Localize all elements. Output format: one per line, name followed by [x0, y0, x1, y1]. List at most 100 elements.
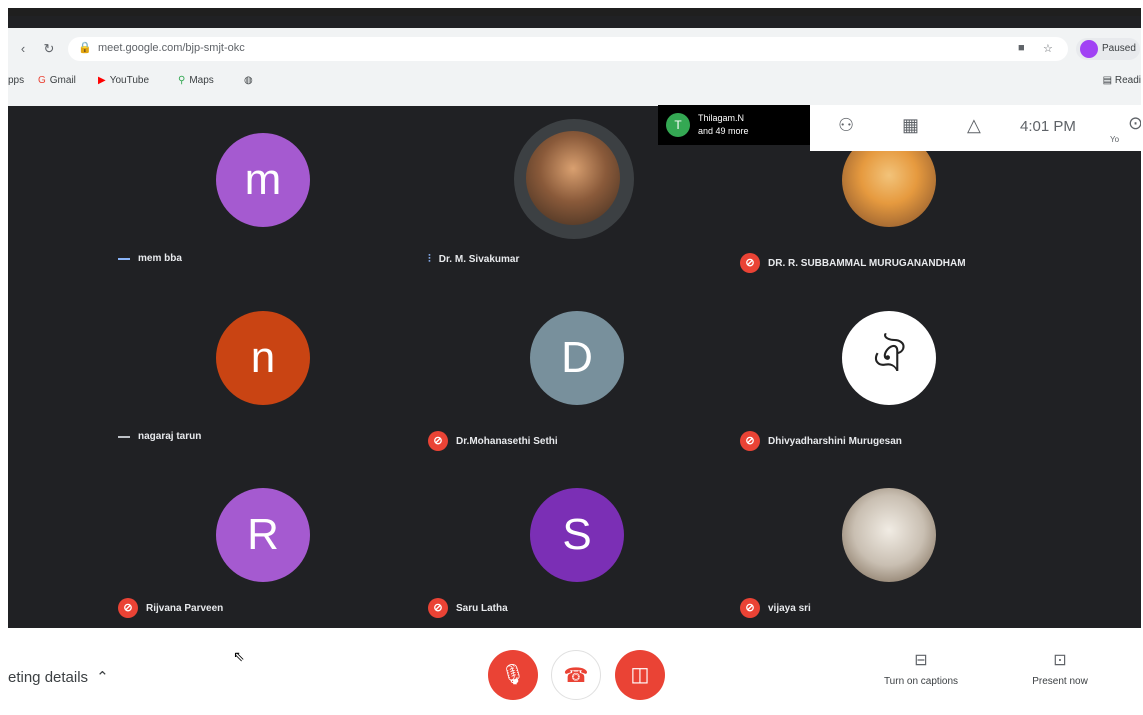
- bookmark-label: pps: [8, 75, 25, 86]
- window-top-strip: [8, 8, 1141, 16]
- participant-tile[interactable]: ⊘ vijaya sri: [730, 478, 1030, 646]
- mic-off-icon: ⊘: [740, 253, 760, 273]
- participant-label: ⊘ vijaya sri: [740, 598, 811, 618]
- audio-level-icon: [118, 435, 130, 438]
- chevron-up-icon: ⌃: [96, 669, 109, 686]
- profile-avatar: [1080, 40, 1098, 58]
- more-options-icon[interactable]: ⊙: [1128, 113, 1141, 134]
- participant-tile[interactable]: n nagaraj tarun: [108, 301, 408, 469]
- url-text: meet.google.com/bjp-smjt-okc: [98, 42, 245, 54]
- participant-tile[interactable]: R ⊘ Rijvana Parveen: [108, 478, 408, 646]
- participant-name: vijaya sri: [768, 602, 811, 614]
- participant-tile[interactable]: ঐ ⊘ Dhivyadharshini Murugesan: [730, 301, 1030, 469]
- participant-label: ⊘ Dhivyadharshini Murugesan: [740, 431, 902, 451]
- meeting-details-label: eting details: [8, 668, 89, 686]
- mouse-cursor-icon: ⇖: [233, 648, 245, 664]
- present-label: Present now: [1032, 676, 1088, 687]
- mic-off-icon: ⊘: [740, 431, 760, 451]
- forward-icon[interactable]: ‹: [14, 40, 32, 58]
- participant-avatar: n: [216, 311, 310, 405]
- participant-name: Saru Latha: [456, 602, 508, 614]
- youtube-icon: ▶: [98, 75, 106, 86]
- participant-label: nagaraj tarun: [118, 431, 201, 442]
- mic-toggle-button[interactable]: 🎙: [488, 650, 538, 700]
- captions-button[interactable]: ⊟ Turn on captions: [861, 650, 981, 687]
- reading-list-icon: ▤: [1102, 75, 1113, 86]
- bookmark-label: Maps: [189, 75, 214, 86]
- url-row: ‹ ↻ 🔒 meet.google.com/bjp-smjt-okc ■ ☆ P…: [8, 34, 1141, 64]
- mic-off-icon: ⊘: [428, 598, 448, 618]
- bookmark-maps[interactable]: ⚲ Maps: [178, 75, 214, 86]
- people-chip[interactable]: T Thilagam.N and 49 more: [658, 105, 810, 145]
- speaking-icon: ⫶: [428, 253, 431, 265]
- meet-bottom-bar: eting details ⌃ ⇖ 🎙 ☎ ◫ ⊟ Turn on captio…: [8, 628, 1141, 713]
- participant-label: ⊘ DR. R. SUBBAMMAL MURUGANANDHAM: [740, 253, 966, 273]
- reading-list-label: Readi: [1114, 75, 1141, 86]
- participant-avatar: R: [216, 488, 310, 582]
- reading-list[interactable]: ▤ Readi: [1103, 75, 1141, 86]
- participant-avatar: m: [216, 133, 310, 227]
- reload-icon[interactable]: ↻: [40, 40, 58, 58]
- participant-name: Dr. M. Sivakumar: [438, 254, 520, 265]
- mic-off-icon: ⊘: [118, 598, 138, 618]
- bookmark-globe[interactable]: ◍: [244, 75, 253, 86]
- participant-photo: ঐ: [842, 311, 936, 405]
- participant-tile[interactable]: S ⊘ Saru Latha: [418, 478, 718, 646]
- bookmark-label: YouTube: [109, 75, 149, 86]
- participant-name: nagaraj tarun: [138, 431, 202, 442]
- camera-icon[interactable]: ■: [1018, 42, 1025, 54]
- profile-label: Paused: [1102, 43, 1136, 54]
- camera-toggle-button[interactable]: ◫: [615, 650, 665, 700]
- meet-window: ‹ ↻ 🔒 meet.google.com/bjp-smjt-okc ■ ☆ P…: [8, 8, 1141, 713]
- address-bar[interactable]: 🔒 meet.google.com/bjp-smjt-okc ■ ☆: [68, 37, 1068, 61]
- present-now-button[interactable]: ⊡ Present now: [1000, 650, 1120, 687]
- gmail-icon: G: [38, 75, 46, 86]
- participant-label: ⫶ Dr. M. Sivakumar: [428, 253, 519, 266]
- participant-tile[interactable]: ⫶ Dr. M. Sivakumar: [418, 119, 718, 291]
- profile-button[interactable]: Paused: [1076, 38, 1140, 60]
- chat-icon[interactable]: ▦: [902, 115, 919, 136]
- participant-avatar: S: [530, 488, 624, 582]
- mic-off-icon: 🎙: [500, 664, 526, 686]
- participant-name: Rijvana Parveen: [146, 602, 224, 614]
- present-icon: ⊡: [1053, 652, 1067, 669]
- clock-time: 4:01 PM: [1020, 118, 1076, 135]
- bookmark-label: Gmail: [49, 75, 76, 86]
- browser-chrome: ‹ ↻ 🔒 meet.google.com/bjp-smjt-okc ■ ☆ P…: [8, 28, 1141, 106]
- bookmark-apps[interactable]: pps: [8, 75, 24, 86]
- camera-off-icon: ◫: [630, 664, 650, 686]
- captions-label: Turn on captions: [883, 676, 959, 687]
- maps-icon: ⚲: [178, 75, 186, 86]
- participant-tile[interactable]: D ⊘ Dr.Mohanasethi Sethi: [418, 301, 718, 469]
- globe-icon: ◍: [244, 75, 253, 86]
- participant-name: DR. R. SUBBAMMAL MURUGANANDHAM: [768, 257, 966, 269]
- participant-label: ⊘ Saru Latha: [428, 598, 508, 618]
- participant-name: Dr.Mohanasethi Sethi: [456, 435, 558, 447]
- more-label: Yo: [1110, 135, 1120, 144]
- lock-icon: 🔒: [78, 42, 92, 54]
- bookmarks-bar: pps G Gmail ▶ YouTube ⚲ Maps ◍ ▤ Readi: [8, 70, 1141, 94]
- people-chip-avatar: T: [666, 113, 690, 137]
- participant-label: ⊘ Dr.Mohanasethi Sethi: [428, 431, 558, 451]
- hang-up-icon: ☎: [563, 665, 589, 687]
- bookmark-youtube[interactable]: ▶ YouTube: [98, 75, 149, 86]
- star-icon[interactable]: ☆: [1043, 42, 1053, 55]
- people-icon[interactable]: ⚇: [838, 115, 854, 136]
- meet-top-toolbar: ⚇ ▦ △ 4:01 PM ⊙ Yo: [810, 105, 1141, 151]
- people-chip-name: Thilagam.N: [698, 113, 745, 123]
- bookmark-gmail[interactable]: G Gmail: [38, 75, 76, 86]
- participant-avatar: D: [530, 311, 624, 405]
- people-chip-more: and 49 more: [698, 126, 749, 136]
- activities-icon[interactable]: △: [967, 115, 981, 136]
- participant-name: Dhivyadharshini Murugesan: [768, 435, 902, 447]
- audio-level-icon: [118, 257, 130, 260]
- participant-label: mem bba: [118, 253, 182, 264]
- participant-name: mem bba: [138, 253, 182, 264]
- participant-photo: [842, 488, 936, 582]
- mic-off-icon: ⊘: [428, 431, 448, 451]
- meeting-details-button[interactable]: eting details ⌃: [8, 668, 109, 687]
- participant-photo: [526, 131, 620, 225]
- participant-label: ⊘ Rijvana Parveen: [118, 598, 223, 618]
- leave-call-button[interactable]: ☎: [551, 650, 601, 700]
- participant-tile[interactable]: m mem bba: [108, 123, 408, 291]
